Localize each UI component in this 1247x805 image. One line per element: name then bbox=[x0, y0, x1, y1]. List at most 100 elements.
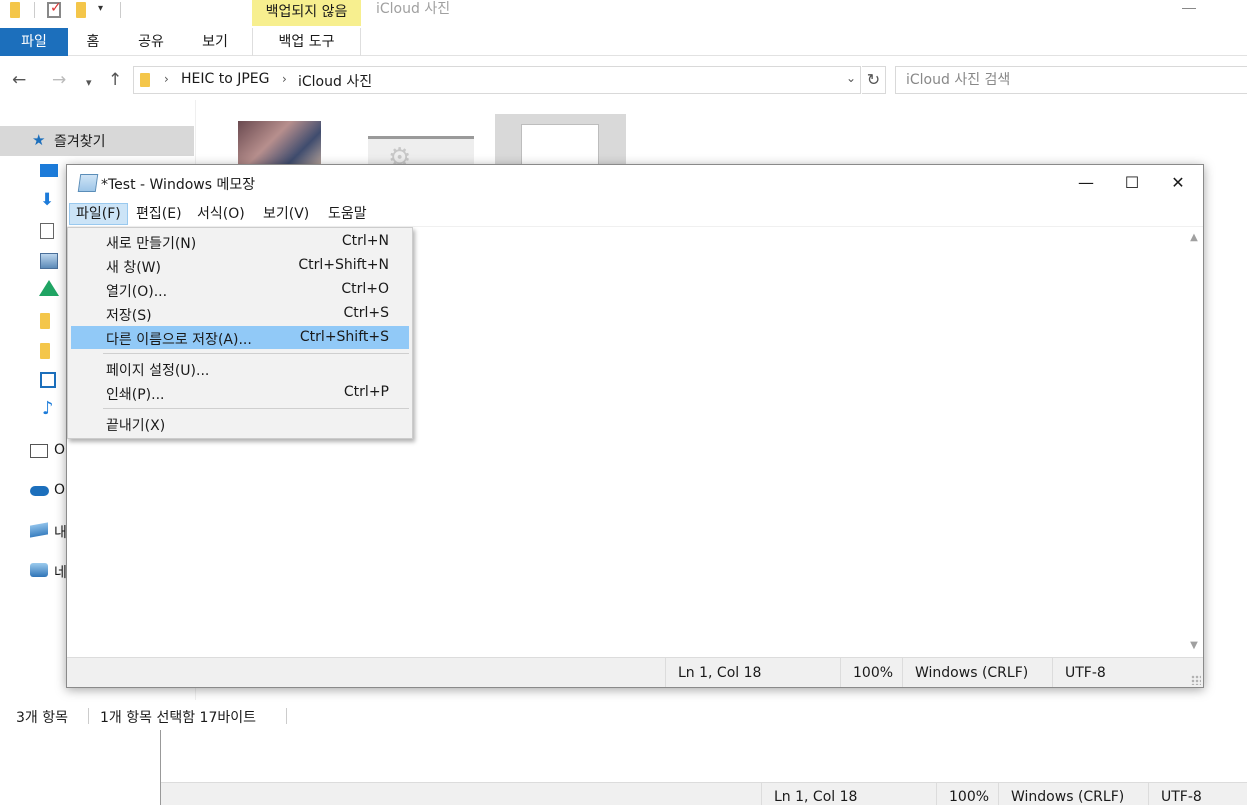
title-bar[interactable]: *Test - Windows 메모장 — ☐ ✕ bbox=[67, 165, 1203, 201]
document-icon[interactable] bbox=[40, 223, 54, 239]
back-arrow-icon[interactable]: ← bbox=[12, 70, 26, 90]
up-arrow-icon[interactable]: ↑ bbox=[108, 70, 122, 90]
menu-item-shortcut: Ctrl+O bbox=[341, 281, 389, 297]
menu-item-new[interactable]: 새로 만들기(N) Ctrl+N bbox=[71, 230, 409, 253]
selection-info: 1개 항목 선택함 17바이트 bbox=[100, 710, 256, 726]
menu-item-save-as[interactable]: 다른 이름으로 저장(A)... Ctrl+Shift+S bbox=[71, 326, 409, 349]
toolbar-divider bbox=[120, 2, 121, 18]
menu-item-shortcut: Ctrl+N bbox=[341, 233, 389, 249]
close-button[interactable]: ✕ bbox=[1155, 165, 1201, 201]
menu-item-label: 인쇄(P)... bbox=[106, 387, 165, 403]
menu-item-shortcut: Ctrl+Shift+N bbox=[298, 257, 389, 273]
breadcrumb-separator-icon[interactable]: › bbox=[282, 72, 287, 86]
menu-item-label: 끝내기(X) bbox=[106, 418, 166, 434]
tab-home[interactable]: 홈 bbox=[80, 28, 106, 56]
cursor-position: Ln 1, Col 18 bbox=[761, 783, 936, 805]
address-bar[interactable]: › HEIC to JPEG › iCloud 사진 ⌄ bbox=[133, 66, 861, 94]
menu-item-save[interactable]: 저장(S) Ctrl+S bbox=[71, 302, 409, 325]
breadcrumb-item[interactable]: HEIC to JPEG bbox=[181, 71, 270, 87]
tab-backup-tools[interactable]: 백업 도구 bbox=[252, 28, 361, 56]
ribbon-tabs: 파일 홈 공유 보기 bbox=[0, 28, 1247, 56]
menu-format[interactable]: 서식(O) bbox=[191, 203, 251, 225]
tab-file[interactable]: 파일 bbox=[0, 28, 68, 56]
menu-item-label: 열기(O)... bbox=[106, 284, 168, 300]
tab-share[interactable]: 공유 bbox=[130, 28, 172, 56]
item-count: 3개 항목 bbox=[16, 710, 68, 726]
menu-edit[interactable]: 편집(E) bbox=[130, 203, 188, 225]
menu-item-label: 다른 이름으로 저장(A)... bbox=[106, 332, 252, 348]
chevron-down-icon[interactable]: ▾ bbox=[98, 3, 103, 14]
context-tab-header: 백업되지 않음 bbox=[252, 0, 361, 26]
menu-item-shortcut: Ctrl+P bbox=[343, 384, 389, 400]
folder-icon bbox=[140, 73, 150, 87]
menu-separator bbox=[103, 353, 409, 354]
breadcrumb-item[interactable]: iCloud 사진 bbox=[298, 71, 372, 91]
encoding: UTF-8 bbox=[1148, 783, 1247, 805]
onedrive-icon[interactable] bbox=[30, 486, 49, 496]
menu-separator bbox=[103, 408, 409, 409]
minimize-button[interactable]: — bbox=[1063, 165, 1109, 201]
cursor-position: Ln 1, Col 18 bbox=[665, 658, 840, 687]
text-file-thumbnail[interactable] bbox=[495, 114, 626, 170]
minimize-button[interactable] bbox=[1182, 8, 1196, 9]
sidebar-item-label: 내 bbox=[54, 525, 67, 541]
menu-item-label: 저장(S) bbox=[106, 308, 152, 324]
menu-item-label: 페이지 설정(U)... bbox=[106, 363, 210, 379]
menu-item-label: 새 창(W) bbox=[106, 260, 161, 276]
resize-grip-icon[interactable] bbox=[1191, 675, 1201, 685]
recent-chevron-icon[interactable]: ▾ bbox=[86, 73, 92, 93]
folder-icon[interactable] bbox=[40, 343, 50, 359]
pc-icon[interactable] bbox=[30, 444, 48, 458]
menu-item-print[interactable]: 인쇄(P)... Ctrl+P bbox=[71, 381, 409, 404]
breadcrumb-separator-icon[interactable]: › bbox=[164, 72, 169, 86]
file-dropdown-menu: 새로 만들기(N) Ctrl+N 새 창(W) Ctrl+Shift+N 열기(… bbox=[67, 227, 413, 439]
search-input[interactable]: iCloud 사진 검색 bbox=[895, 66, 1247, 94]
toolbar-divider bbox=[34, 2, 35, 18]
forward-arrow-icon[interactable]: → bbox=[52, 70, 66, 90]
encoding: UTF-8 bbox=[1052, 658, 1203, 687]
menu-item-open[interactable]: 열기(O)... Ctrl+O bbox=[71, 278, 409, 301]
status-divider bbox=[88, 708, 89, 724]
checkbox-icon[interactable]: ✓ bbox=[47, 0, 62, 18]
photo-library-icon[interactable] bbox=[40, 372, 56, 388]
scroll-up-icon[interactable]: ▲ bbox=[1185, 229, 1203, 247]
menu-item-shortcut: Ctrl+S bbox=[343, 305, 389, 321]
network-icon[interactable] bbox=[30, 563, 48, 577]
sidebar-item-label: O bbox=[54, 482, 66, 498]
refresh-icon[interactable]: ↻ bbox=[862, 66, 886, 94]
status-divider bbox=[286, 708, 287, 724]
notepad-icon[interactable] bbox=[77, 174, 99, 192]
drive-icon[interactable] bbox=[39, 280, 59, 296]
tab-view[interactable]: 보기 bbox=[194, 28, 236, 56]
pc-icon[interactable] bbox=[30, 522, 48, 538]
maximize-button[interactable]: ☐ bbox=[1109, 165, 1155, 201]
status-bar: Ln 1, Col 18 100% Windows (CRLF) UTF-8 bbox=[67, 657, 1203, 687]
folder-icon[interactable] bbox=[40, 313, 50, 329]
scroll-down-icon[interactable]: ▼ bbox=[1185, 637, 1203, 655]
new-folder-icon[interactable] bbox=[76, 2, 86, 18]
picture-icon[interactable] bbox=[40, 253, 58, 269]
folder-icon[interactable] bbox=[10, 2, 20, 18]
menu-help[interactable]: 도움말 bbox=[322, 203, 373, 225]
tab-backup-tools-label: 백업 도구 bbox=[278, 34, 335, 50]
background-notepad-window: Ln 1, Col 18 100% Windows (CRLF) UTF-8 bbox=[160, 730, 1247, 805]
window-title: *Test - Windows 메모장 bbox=[101, 177, 256, 193]
sidebar-item-label: O bbox=[54, 442, 66, 458]
menu-item-exit[interactable]: 끝내기(X) bbox=[71, 412, 409, 435]
explorer-status-bar: 3개 항목 1개 항목 선택함 17바이트 bbox=[0, 702, 1247, 730]
address-row: ← → ▾ ↑ › HEIC to JPEG › iCloud 사진 ⌄ ↻ i… bbox=[0, 64, 1247, 96]
address-dropdown-icon[interactable]: ⌄ bbox=[846, 71, 856, 85]
menu-bar: 파일(F) 편집(E) 서식(O) 보기(V) 도움말 bbox=[67, 201, 1203, 227]
menu-item-new-window[interactable]: 새 창(W) Ctrl+Shift+N bbox=[71, 254, 409, 277]
menu-item-shortcut: Ctrl+Shift+S bbox=[299, 329, 389, 345]
download-icon[interactable]: ⬇ bbox=[40, 190, 54, 210]
menu-item-label: 새로 만들기(N) bbox=[106, 236, 197, 252]
vertical-scrollbar[interactable]: ▲ ▼ bbox=[1185, 227, 1203, 657]
zoom-level: 100% bbox=[840, 658, 902, 687]
desktop-icon[interactable] bbox=[40, 164, 58, 177]
menu-file[interactable]: 파일(F) bbox=[69, 203, 128, 225]
music-icon[interactable]: ♪ bbox=[42, 398, 54, 419]
menu-view[interactable]: 보기(V) bbox=[257, 203, 315, 225]
sidebar-item-label: 네 bbox=[54, 565, 67, 581]
menu-item-page-setup[interactable]: 페이지 설정(U)... bbox=[71, 357, 409, 380]
